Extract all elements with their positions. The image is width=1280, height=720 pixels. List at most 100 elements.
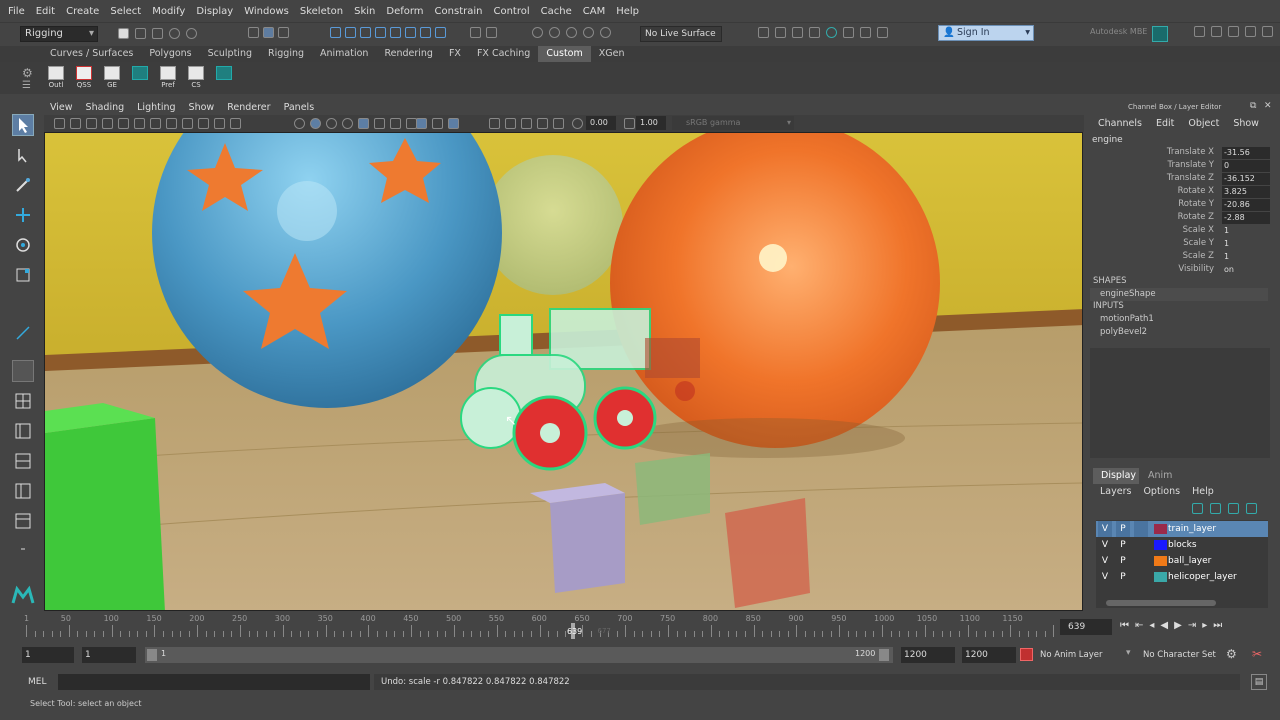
layer-menu-help[interactable]: Help — [1192, 486, 1214, 497]
menu-constrain[interactable]: Constrain — [435, 6, 483, 17]
mask-dynamics-icon[interactable] — [405, 27, 416, 38]
layer-color-swatch[interactable] — [1154, 524, 1167, 534]
attr-scale-y[interactable]: Scale Y1 — [1090, 238, 1270, 251]
single-perspective-layout-icon[interactable] — [12, 360, 34, 382]
attr-rotate-y[interactable]: Rotate Y -20.86 — [1090, 199, 1270, 212]
range-end-handle[interactable] — [879, 649, 889, 661]
redo-icon[interactable] — [186, 28, 197, 39]
live-surface-field[interactable]: No Live Surface — [640, 26, 722, 42]
shelf-button-maya-2[interactable] — [214, 66, 234, 90]
play-icon[interactable] — [860, 27, 871, 38]
animation-end-field[interactable]: 1200 — [962, 647, 1016, 663]
field-chart-icon[interactable] — [198, 118, 209, 129]
menu-help[interactable]: Help — [616, 6, 639, 17]
attr-rotate-x[interactable]: Rotate X 3.825 — [1090, 186, 1270, 199]
screen-aa-icon[interactable] — [537, 118, 548, 129]
xray-icon[interactable] — [432, 118, 443, 129]
channel-box-icon[interactable] — [1245, 26, 1256, 37]
layer-visibility-toggle[interactable]: V — [1098, 521, 1112, 537]
step-forward-frame-icon[interactable]: ▸ — [1202, 620, 1207, 631]
outliner-layout-icon[interactable] — [12, 480, 34, 502]
render-history-icon[interactable] — [758, 27, 769, 38]
hypershade-icon[interactable] — [826, 27, 837, 38]
mask-curves-icon[interactable] — [360, 27, 371, 38]
shelf-tab-polygons[interactable]: Polygons — [141, 46, 199, 62]
hypershade-layout-icon[interactable] — [12, 510, 34, 532]
tool-settings-icon[interactable] — [1228, 26, 1239, 37]
step-forward-key-icon[interactable]: ⇥ — [1188, 620, 1196, 631]
depth-of-field-icon[interactable] — [553, 118, 564, 129]
camera-attributes-icon[interactable] — [54, 118, 65, 129]
command-input[interactable] — [58, 674, 370, 690]
smooth-shade-icon[interactable] — [310, 118, 321, 129]
attr-translate-y[interactable]: Translate Y0 — [1090, 160, 1270, 173]
modeling-toolkit-icon[interactable] — [1194, 26, 1205, 37]
layer-playback-toggle[interactable]: P — [1116, 569, 1130, 585]
grid-icon[interactable] — [134, 118, 145, 129]
shelf-button-graph-editor[interactable]: GE — [102, 66, 122, 90]
move-tool-icon[interactable] — [12, 204, 34, 226]
shelf-tab-sculpting[interactable]: Sculpting — [200, 46, 260, 62]
layer-visibility-toggle[interactable]: V — [1098, 569, 1112, 585]
new-empty-layer-icon[interactable] — [1228, 503, 1239, 514]
isolate-select-icon[interactable] — [416, 118, 427, 129]
gate-mask-icon[interactable] — [182, 118, 193, 129]
snap-view-icon[interactable] — [583, 27, 594, 38]
scale-tool-icon[interactable] — [12, 264, 34, 286]
pause-icon[interactable] — [877, 27, 888, 38]
layer-color-swatch[interactable] — [1154, 540, 1167, 550]
layer-tab-display[interactable]: Display — [1093, 468, 1139, 484]
select-component-icon[interactable] — [278, 27, 289, 38]
lasso-tool-icon[interactable] — [12, 144, 34, 166]
wireframe-on-shaded-icon[interactable] — [326, 118, 337, 129]
time-ruler[interactable]: 50 100 150 200 250 300 350 400 450 500 550 600 650 70… — [0, 611, 1060, 643]
layer-display-type-toggle[interactable] — [1134, 521, 1148, 537]
animation-preferences-icon[interactable]: ⚙ — [1226, 647, 1237, 661]
auto-keyframe-icon[interactable]: ✂ — [1252, 647, 1262, 661]
xray-joints-icon[interactable] — [448, 118, 459, 129]
use-all-lights-icon[interactable] — [358, 118, 369, 129]
menu-modify[interactable]: Modify — [152, 6, 185, 17]
snap-curve-icon[interactable] — [549, 27, 560, 38]
menu-cache[interactable]: Cache — [541, 6, 572, 17]
new-scene-icon[interactable] — [118, 28, 129, 39]
channel-menu-edit[interactable]: Edit — [1156, 118, 1174, 129]
attr-scale-z[interactable]: Scale Z1 — [1090, 251, 1270, 264]
anim-layer-icon[interactable] — [1020, 648, 1033, 661]
mask-misc-icon[interactable] — [435, 27, 446, 38]
2d-pan-zoom-icon[interactable] — [102, 118, 113, 129]
panel-menu-lighting[interactable]: Lighting — [137, 102, 175, 113]
save-scene-icon[interactable] — [152, 28, 163, 39]
perspective-viewport[interactable]: ↖ — [44, 132, 1083, 611]
character-set-label[interactable]: No Character Set — [1143, 650, 1216, 660]
attr-translate-z[interactable]: Translate Z -36.152 — [1090, 173, 1270, 186]
input-node-polybevel[interactable]: polyBevel2 — [1100, 327, 1147, 337]
shelf-tab-fx[interactable]: FX — [441, 46, 469, 62]
layer-visibility-toggle[interactable]: V — [1098, 537, 1112, 553]
shelf-tab-curves-surfaces[interactable]: Curves / Surfaces — [42, 46, 141, 62]
layer-playback-toggle[interactable]: P — [1116, 521, 1130, 537]
menu-set-dropdown[interactable]: Rigging ▾ — [20, 26, 98, 42]
menu-display[interactable]: Display — [196, 6, 233, 17]
mask-deformations-icon[interactable] — [390, 27, 401, 38]
close-icon[interactable]: ✕ — [1264, 101, 1272, 111]
channel-menu-channels[interactable]: Channels — [1098, 118, 1142, 129]
layer-menu-options[interactable]: Options — [1143, 486, 1180, 497]
gamma-field[interactable]: 1.00 — [636, 116, 666, 130]
anim-layer-label[interactable]: No Anim Layer — [1040, 650, 1103, 660]
layer-playback-toggle[interactable]: P — [1116, 553, 1130, 569]
menu-control[interactable]: Control — [493, 6, 529, 17]
layer-color-swatch[interactable] — [1154, 572, 1167, 582]
script-language-toggle[interactable]: MEL — [22, 674, 56, 690]
select-tool-icon[interactable] — [12, 114, 34, 136]
panel-menu-panels[interactable]: Panels — [284, 102, 315, 113]
menu-windows[interactable]: Windows — [244, 6, 289, 17]
channel-menu-show[interactable]: Show — [1233, 118, 1259, 129]
panel-menu-view[interactable]: View — [50, 102, 73, 113]
paint-select-tool-icon[interactable] — [12, 174, 34, 196]
undock-icon[interactable]: ⧉ — [1250, 101, 1256, 111]
snap-live-icon[interactable] — [600, 27, 611, 38]
channel-menu-object[interactable]: Object — [1188, 118, 1219, 129]
sign-in-button[interactable]: 👤 Sign In ▾ — [938, 25, 1034, 41]
hud-icon[interactable] — [521, 118, 532, 129]
